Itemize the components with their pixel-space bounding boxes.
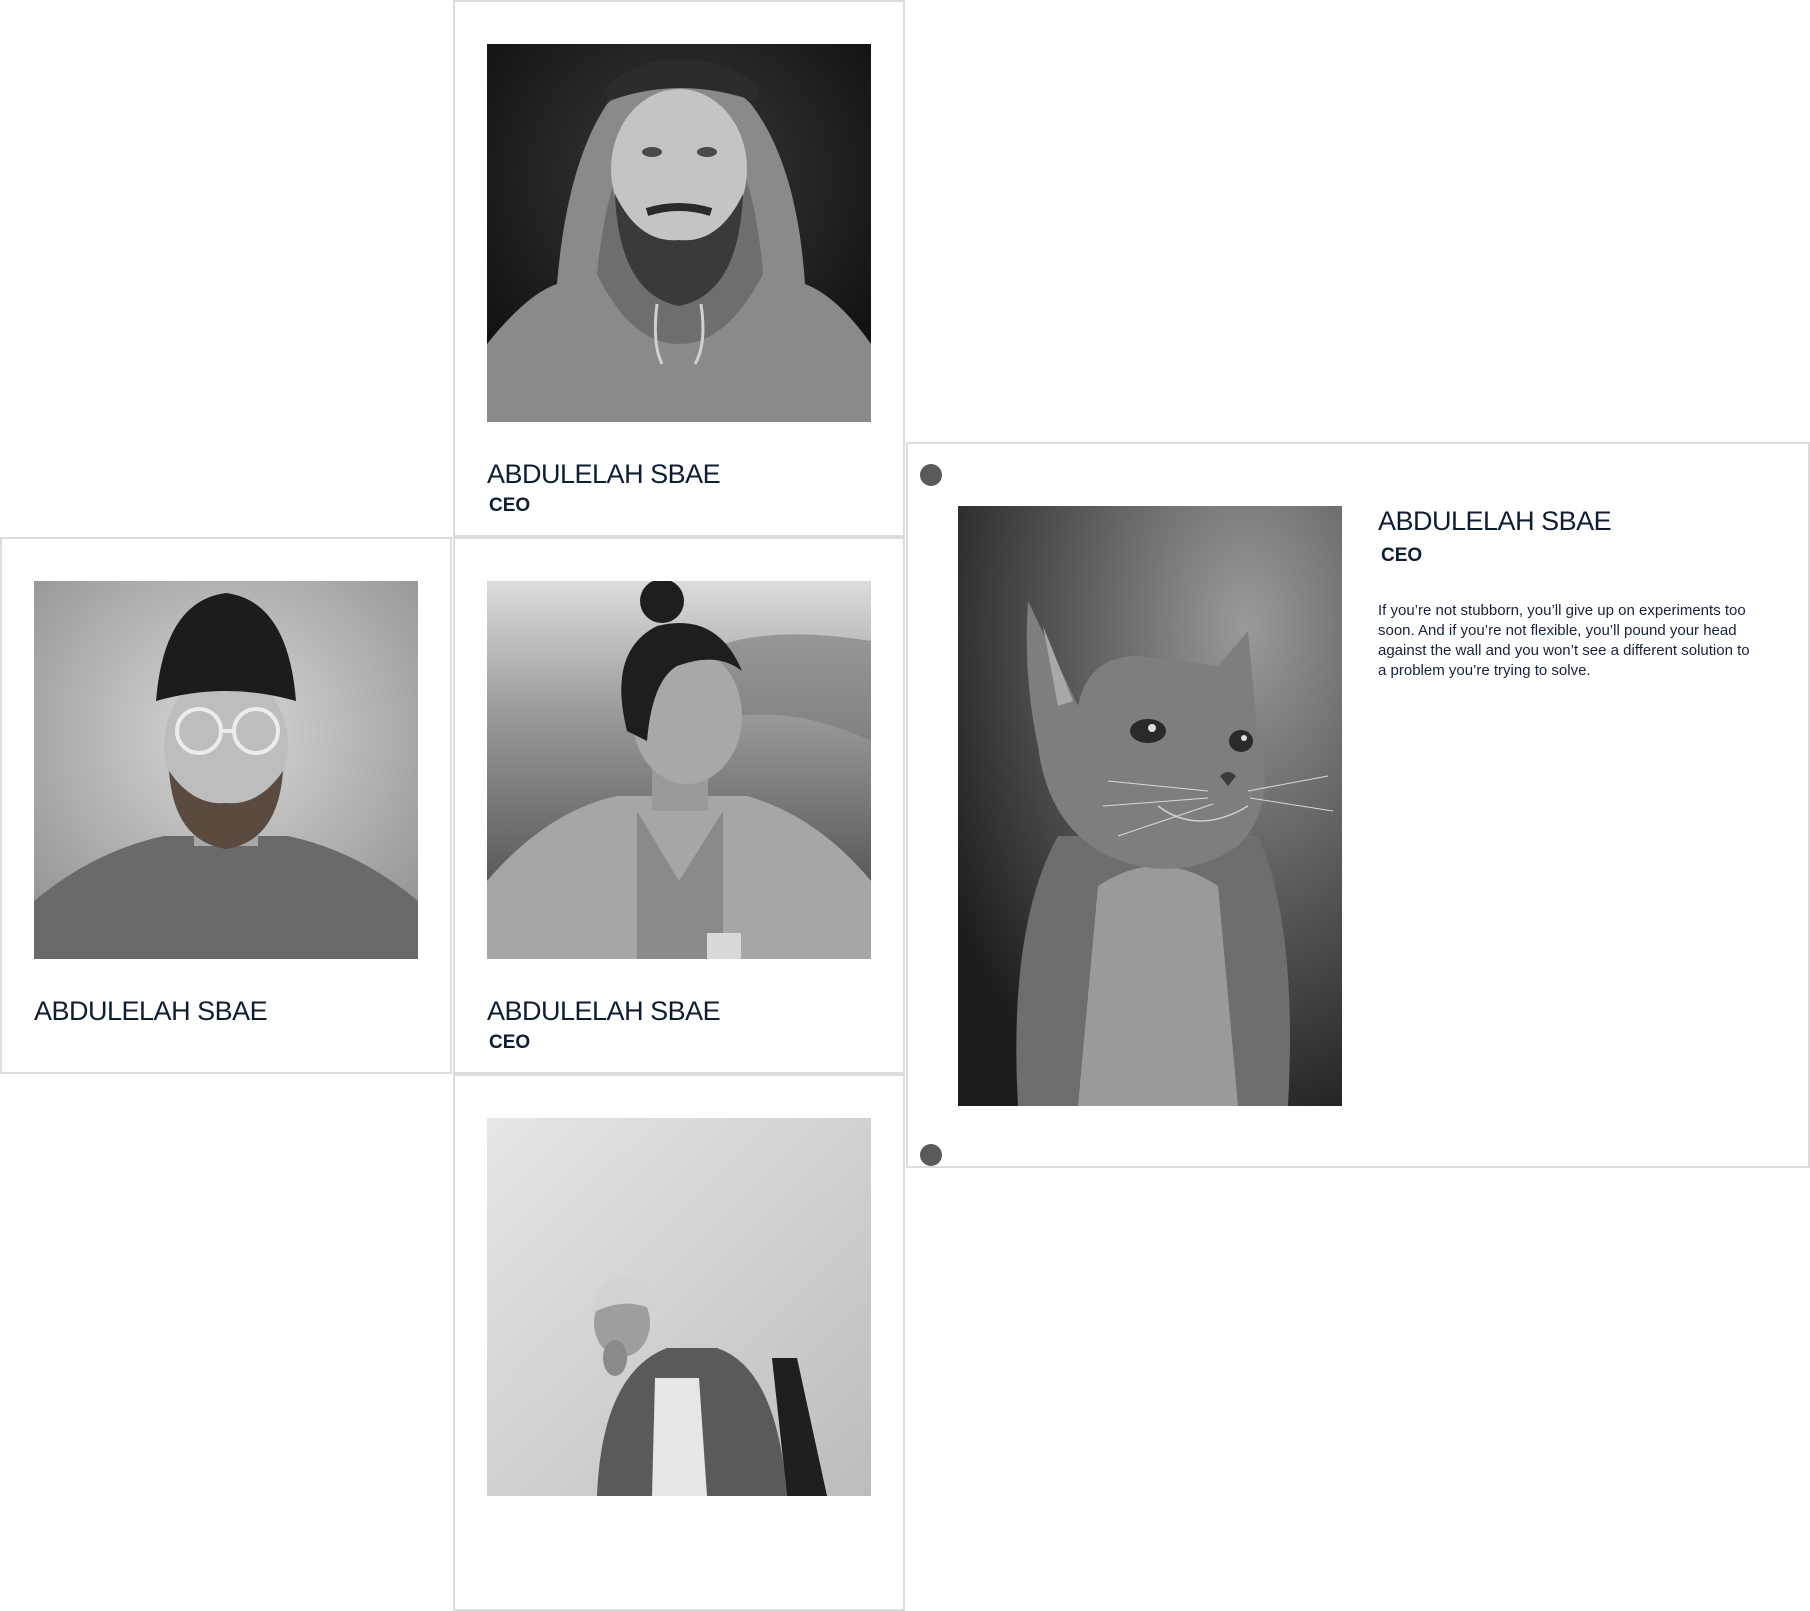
detail-info: ABDULELAH SBAE CEO If you’re not stubbor…	[1378, 506, 1778, 681]
team-card-name: ABDULELAH SBAE	[487, 459, 721, 489]
team-card-4[interactable]	[453, 1074, 905, 1611]
team-card-photo	[487, 44, 871, 422]
detail-name: ABDULELAH SBAE	[1378, 506, 1612, 536]
team-card-photo	[34, 581, 418, 959]
team-card-2[interactable]: ABDULELAH SBAE	[0, 537, 452, 1074]
bullet-dot-icon	[920, 464, 942, 486]
team-card-1[interactable]: ABDULELAH SBAE CEO	[453, 0, 905, 537]
team-grid: ABDULELAH SBAE CEO ABDULELAH SBAE ABDULE…	[0, 0, 1810, 1611]
team-detail-panel: ABDULELAH SBAE CEO If you’re not stubbor…	[906, 442, 1810, 1168]
team-card-role: CEO	[489, 1032, 531, 1053]
detail-photo	[958, 506, 1342, 1106]
team-card-3[interactable]: ABDULELAH SBAE CEO	[453, 537, 905, 1074]
team-card-role: CEO	[489, 495, 531, 516]
bullet-dot-icon	[920, 1144, 942, 1166]
team-card-photo	[487, 1118, 871, 1496]
detail-bio: If you’re not stubborn, you’ll give up o…	[1378, 602, 1750, 679]
detail-role: CEO	[1381, 545, 1423, 566]
team-card-name: ABDULELAH SBAE	[487, 996, 721, 1026]
team-card-photo	[487, 581, 871, 959]
team-card-name: ABDULELAH SBAE	[34, 996, 268, 1026]
